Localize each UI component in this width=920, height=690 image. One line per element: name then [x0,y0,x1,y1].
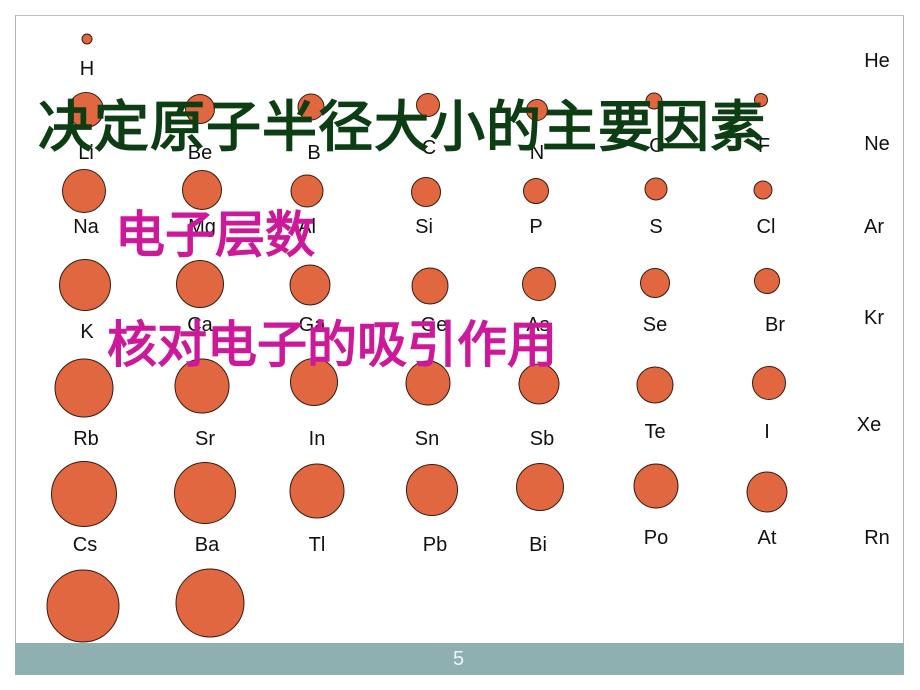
element-symbol-tl: Tl [308,534,326,556]
atom-circle-h [81,33,93,45]
element-symbol-rb: Rb [73,428,99,450]
element-symbol-sn: Sn [414,428,440,450]
element-symbol-cs: Cs [72,534,98,556]
element-symbol-pb: Pb [422,534,448,556]
atom-circle-tl [289,463,345,519]
element-symbol-ne: Ne [864,133,890,155]
element-symbol-p: P [529,216,543,238]
atom-circle-k [59,259,111,311]
atom-circle-rb [54,358,114,418]
atom-circle-se [640,268,670,298]
atom-circle-at [746,471,788,513]
atom-circle-br [754,268,780,294]
element-symbol-k: K [80,321,94,343]
atom-circle-cs [51,461,117,527]
element-symbol-se: Se [642,314,668,336]
atom-circle-te [636,366,674,404]
atom-circle-cl [753,180,773,200]
atom-circle-ga [289,264,331,306]
factor-electron-shells: 电子层数 [115,206,315,264]
element-symbol-bi: Bi [529,534,547,556]
atom-circle-bi [516,463,564,511]
element-symbol-ba: Ba [194,534,220,556]
atom-circle-as [522,267,556,301]
element-symbol-rn: Rn [864,527,890,549]
atom-circle-po [633,463,679,509]
element-symbol-cl: Cl [756,216,776,238]
element-symbol-ar: Ar [864,216,884,238]
atom-circle-p [523,178,549,204]
atom-circle-na [62,169,106,213]
atom-circle-ba [174,462,236,524]
slide-title: 决定原子半径大小的主要因素 [38,95,767,159]
atom-circle-fr [46,569,120,643]
atom-circle-ra [175,568,245,638]
page-number: 5 [453,648,465,670]
element-symbol-in: In [308,428,326,450]
element-symbol-na: Na [73,216,99,238]
element-symbol-kr: Kr [864,307,884,329]
element-symbol-sr: Sr [195,428,215,450]
element-symbol-at: At [757,527,777,549]
atom-circle-pb [406,464,458,516]
element-symbol-te: Te [644,421,666,443]
element-symbol-he: He [864,50,890,72]
atom-circle-ca [176,260,224,308]
element-symbol-sb: Sb [529,428,555,450]
atom-circle-s [644,177,668,201]
element-symbol-h: H [79,58,95,80]
element-symbol-s: S [649,216,663,238]
element-symbol-po: Po [643,527,669,549]
atom-circle-i [752,366,786,400]
element-symbol-i: I [764,421,770,443]
atom-circle-si [411,177,441,207]
element-symbol-br: Br [765,314,785,336]
element-symbol-xe: Xe [856,414,882,436]
factor-nuclear-attraction: 核对电子的吸引作用 [107,316,557,374]
element-symbol-si: Si [415,216,433,238]
atom-circle-ge [411,267,449,305]
